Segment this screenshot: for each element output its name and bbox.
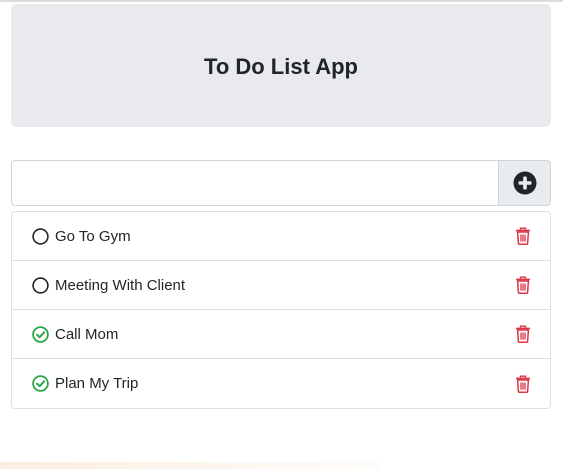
plus-circle-icon <box>513 171 536 195</box>
app-header: To Do List App <box>11 4 551 127</box>
status-toggle[interactable] <box>32 375 49 392</box>
status-toggle[interactable] <box>32 325 49 343</box>
new-task-form <box>11 160 551 206</box>
circle-icon <box>32 227 49 245</box>
top-divider <box>0 0 563 2</box>
new-task-input[interactable] <box>11 160 498 206</box>
check-circle-icon <box>32 375 49 392</box>
task-label: Call Mom <box>55 325 119 343</box>
task-label: Go To Gym <box>55 227 131 245</box>
trash-icon <box>516 276 530 294</box>
check-circle-icon <box>32 325 49 343</box>
task-label: Plan My Trip <box>55 375 139 392</box>
status-toggle[interactable] <box>32 276 49 294</box>
page-title: To Do List App <box>204 53 358 79</box>
delete-button[interactable] <box>514 325 532 343</box>
delete-button[interactable] <box>514 276 532 294</box>
status-toggle[interactable] <box>32 227 49 245</box>
list-item: Meeting With Client <box>12 261 550 310</box>
task-label: Meeting With Client <box>55 276 186 294</box>
list-item: Go To Gym <box>12 212 550 261</box>
list-item: Call Mom <box>12 310 550 359</box>
bottom-edge-shadow <box>0 462 380 469</box>
delete-button[interactable] <box>514 375 532 393</box>
circle-icon <box>32 276 49 294</box>
delete-button[interactable] <box>514 227 532 245</box>
list-item: Plan My Trip <box>12 359 550 408</box>
add-task-button[interactable] <box>498 160 551 206</box>
trash-icon <box>516 375 530 393</box>
task-list: Go To Gym Meeting With Client Call Mom P… <box>11 211 551 409</box>
trash-icon <box>516 325 530 343</box>
trash-icon <box>516 227 530 245</box>
